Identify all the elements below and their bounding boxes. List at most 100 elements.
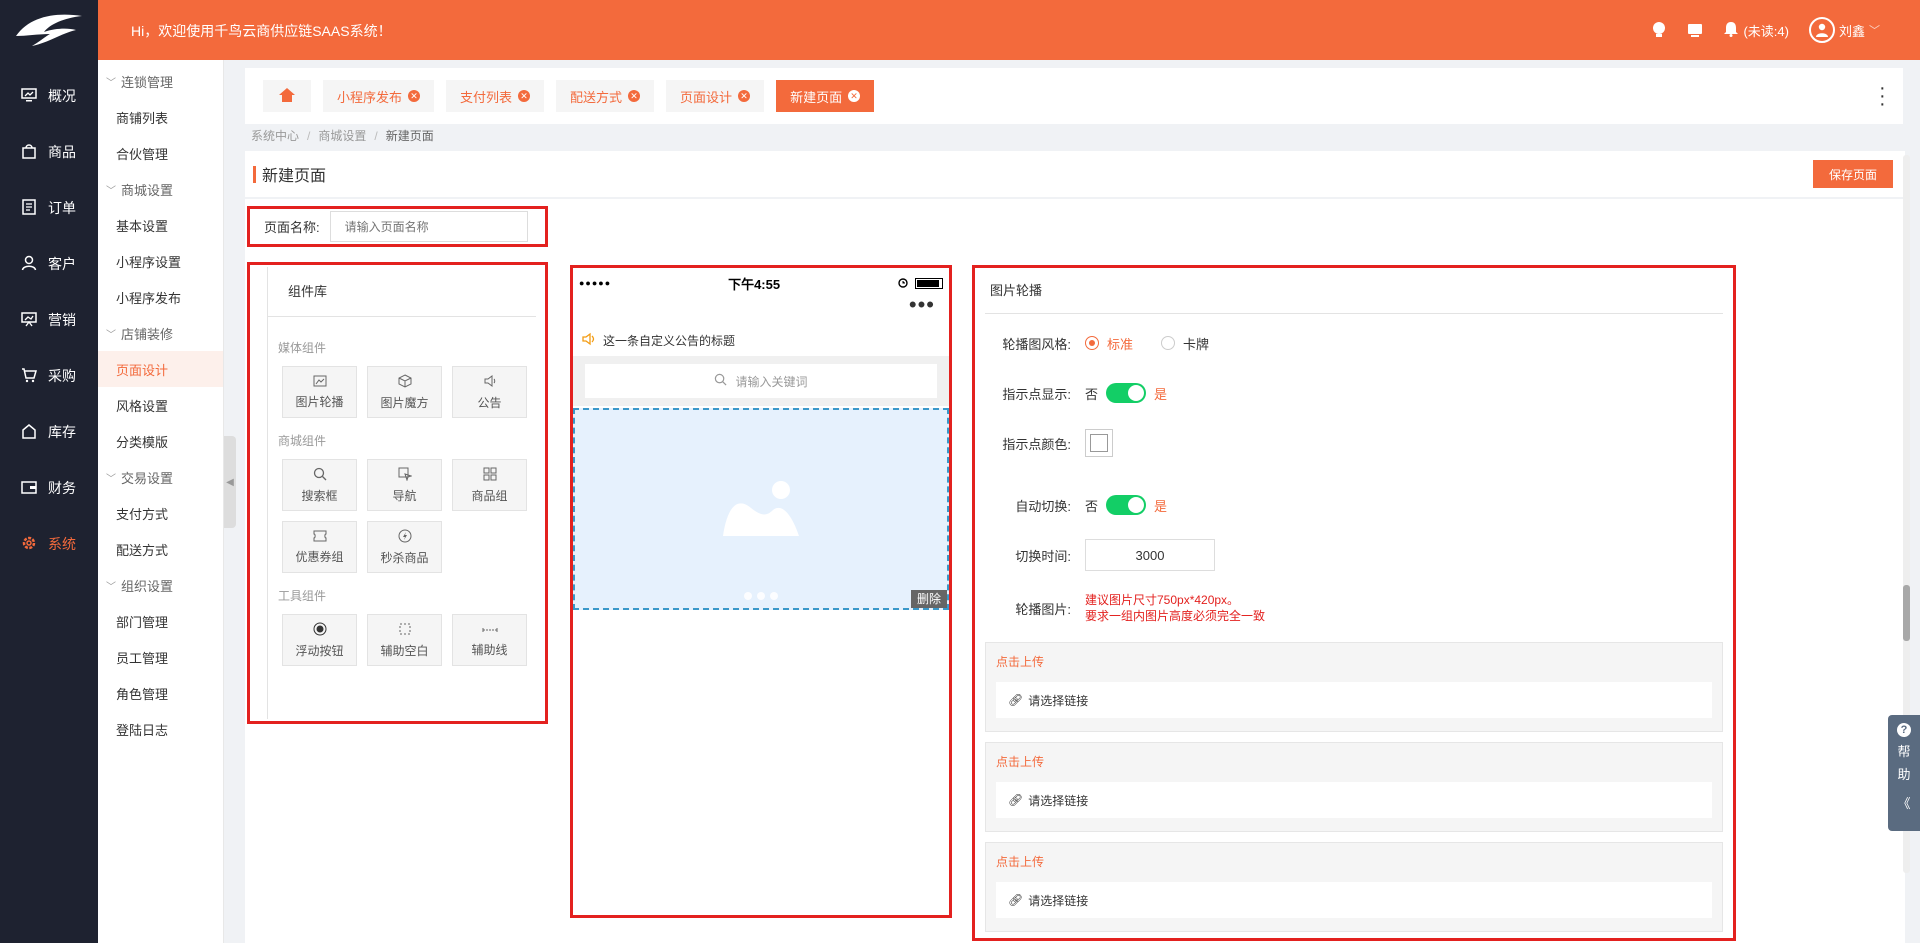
phone-preview: ●●●●● 下午4:55 ••• 这一条自定义公告的标题 请输入关键词 删除: [570, 265, 952, 918]
close-icon[interactable]: ✕: [848, 90, 861, 102]
more-horizontal-icon[interactable]: •••: [573, 294, 949, 324]
component-blank[interactable]: 辅助空白: [367, 614, 442, 666]
tab-delivery[interactable]: 配送方式 ✕: [556, 80, 655, 112]
tab-miniprogram-publish[interactable]: 小程序发布 ✕: [323, 80, 435, 112]
home-icon: [279, 87, 295, 105]
style-standard-radio[interactable]: 标准: [1085, 334, 1133, 353]
subnav-item[interactable]: 小程序发布: [98, 279, 223, 315]
sidebar-collapse-handle[interactable]: ◀: [224, 436, 236, 528]
tab-home[interactable]: [263, 80, 311, 112]
sidebar-item-purchase[interactable]: 采购: [0, 348, 98, 404]
subnav-item[interactable]: 小程序设置: [98, 243, 223, 279]
close-icon[interactable]: ✕: [408, 90, 421, 102]
page-name-input[interactable]: [329, 211, 528, 242]
upload-button[interactable]: 点击上传: [996, 753, 1712, 770]
signal-icon: ●●●●●: [579, 278, 612, 288]
upload-button[interactable]: 点击上传: [996, 853, 1712, 870]
gear-icon: [20, 535, 38, 553]
delete-component-button[interactable]: 删除: [910, 590, 947, 608]
subnav-item[interactable]: 合伙管理: [98, 135, 223, 171]
autoplay-toggle[interactable]: [1106, 495, 1147, 515]
preview-search[interactable]: 请输入关键词: [573, 356, 949, 406]
message-icon[interactable]: [1687, 22, 1703, 38]
subnav-item[interactable]: 配送方式: [98, 531, 223, 567]
interval-input[interactable]: [1085, 539, 1215, 571]
tab-new-page[interactable]: 新建页面 ✕: [776, 80, 875, 112]
lightbulb-icon[interactable]: [1651, 21, 1667, 39]
preview-notice[interactable]: 这一条自定义公告的标题: [573, 324, 949, 356]
close-icon[interactable]: ✕: [738, 90, 751, 102]
component-navigation[interactable]: 导航: [367, 459, 442, 511]
subnav-group-org[interactable]: ﹀ 组织设置: [98, 567, 223, 603]
phone-status-bar: ●●●●● 下午4:55: [573, 268, 949, 298]
alarm-icon: [897, 276, 909, 291]
upload-button[interactable]: 点击上传: [996, 653, 1712, 670]
subnav-item[interactable]: 基本设置: [98, 207, 223, 243]
sidebar-item-label: 客户: [48, 256, 76, 272]
subnav-item[interactable]: 支付方式: [98, 495, 223, 531]
grid-icon: [483, 467, 497, 483]
subnav-item[interactable]: 分类模版: [98, 423, 223, 459]
breadcrumb-item[interactable]: 系统中心: [251, 129, 299, 143]
component-flash-sale[interactable]: 秒杀商品: [367, 521, 442, 573]
tab-payment-list[interactable]: 支付列表 ✕: [446, 80, 545, 112]
cube-icon: [398, 373, 412, 390]
component-divider[interactable]: 辅助线: [452, 614, 527, 666]
property-panel: 图片轮播 轮播图风格: 标准 卡牌 指示点显示: 否 是 指示点颜色: 自动切换…: [972, 265, 1736, 941]
component-notice[interactable]: 公告: [452, 366, 527, 418]
subnav-item[interactable]: 登陆日志: [98, 711, 223, 747]
close-icon[interactable]: ✕: [518, 90, 531, 102]
sidebar-item-finance[interactable]: 财务: [0, 460, 98, 516]
help-button[interactable]: ? 帮 助 《: [1888, 715, 1920, 831]
breadcrumb-item[interactable]: 商城设置: [318, 129, 366, 143]
breadcrumb-current: 新建页面: [385, 129, 434, 143]
subnav-item-page-design[interactable]: 页面设计: [98, 351, 223, 387]
component-image-carousel[interactable]: 图片轮播: [282, 366, 357, 418]
unread-count: (未读:4): [1743, 23, 1789, 39]
subnav-item[interactable]: 风格设置: [98, 387, 223, 423]
component-coupon-group[interactable]: 优惠券组: [282, 521, 357, 573]
style-card-radio[interactable]: 卡牌: [1161, 334, 1209, 353]
subnav-item[interactable]: 部门管理: [98, 603, 223, 639]
section-title: 商城组件: [278, 434, 327, 448]
sidebar-item-system[interactable]: 系统: [0, 516, 98, 572]
user-menu[interactable]: 刘鑫 ﹀: [1808, 17, 1880, 43]
link-select[interactable]: 🔗︎ 请选择链接: [996, 782, 1712, 818]
indicator-color-picker[interactable]: [1085, 429, 1113, 457]
save-page-button[interactable]: 保存页面: [1812, 160, 1893, 188]
sidebar-item-goods[interactable]: 商品: [0, 124, 98, 180]
subnav-group-trade[interactable]: ﹀ 交易设置: [98, 459, 223, 495]
bell-icon: [1723, 21, 1739, 40]
component-float-button[interactable]: 浮动按钮: [282, 614, 357, 666]
app-logo[interactable]: [0, 0, 98, 60]
scrollbar-thumb[interactable]: [1903, 585, 1910, 641]
battery-icon: [915, 277, 943, 289]
subnav-item[interactable]: 商铺列表: [98, 99, 223, 135]
indicator-toggle[interactable]: [1106, 383, 1147, 403]
link-icon: 🔗︎: [1008, 793, 1024, 807]
sidebar-item-overview[interactable]: 概况: [0, 68, 98, 124]
page-title: 新建页面: [262, 168, 327, 185]
sidebar-item-customers[interactable]: 客户: [0, 236, 98, 292]
sidebar-item-marketing[interactable]: 营销: [0, 292, 98, 348]
subnav-group-decoration[interactable]: ﹀ 店铺装修: [98, 315, 223, 351]
preview-carousel[interactable]: 删除: [573, 408, 949, 610]
sidebar-item-inventory[interactable]: 库存: [0, 404, 98, 460]
link-select[interactable]: 🔗︎ 请选择链接: [996, 882, 1712, 918]
tab-page-design[interactable]: 页面设计 ✕: [666, 80, 765, 112]
subnav-item[interactable]: 角色管理: [98, 675, 223, 711]
more-vertical-icon[interactable]: · · ·: [1879, 78, 1886, 114]
component-search[interactable]: 搜索框: [282, 459, 357, 511]
avatar-icon: [1808, 17, 1835, 43]
indicator-color-row: 指示点颜色:: [975, 418, 1733, 468]
link-select[interactable]: 🔗︎ 请选择链接: [996, 682, 1712, 718]
phone-time: 下午4:55: [728, 276, 781, 292]
subnav-group-mall[interactable]: ﹀ 商城设置: [98, 171, 223, 207]
subnav-item[interactable]: 员工管理: [98, 639, 223, 675]
close-icon[interactable]: ✕: [628, 90, 641, 102]
sidebar-item-orders[interactable]: 订单: [0, 180, 98, 236]
component-image-cube[interactable]: 图片魔方: [367, 366, 442, 418]
notification-button[interactable]: (未读:4): [1723, 21, 1789, 40]
component-goods-group[interactable]: 商品组: [452, 459, 527, 511]
subnav-group-chain[interactable]: ﹀ 连锁管理: [98, 63, 223, 99]
